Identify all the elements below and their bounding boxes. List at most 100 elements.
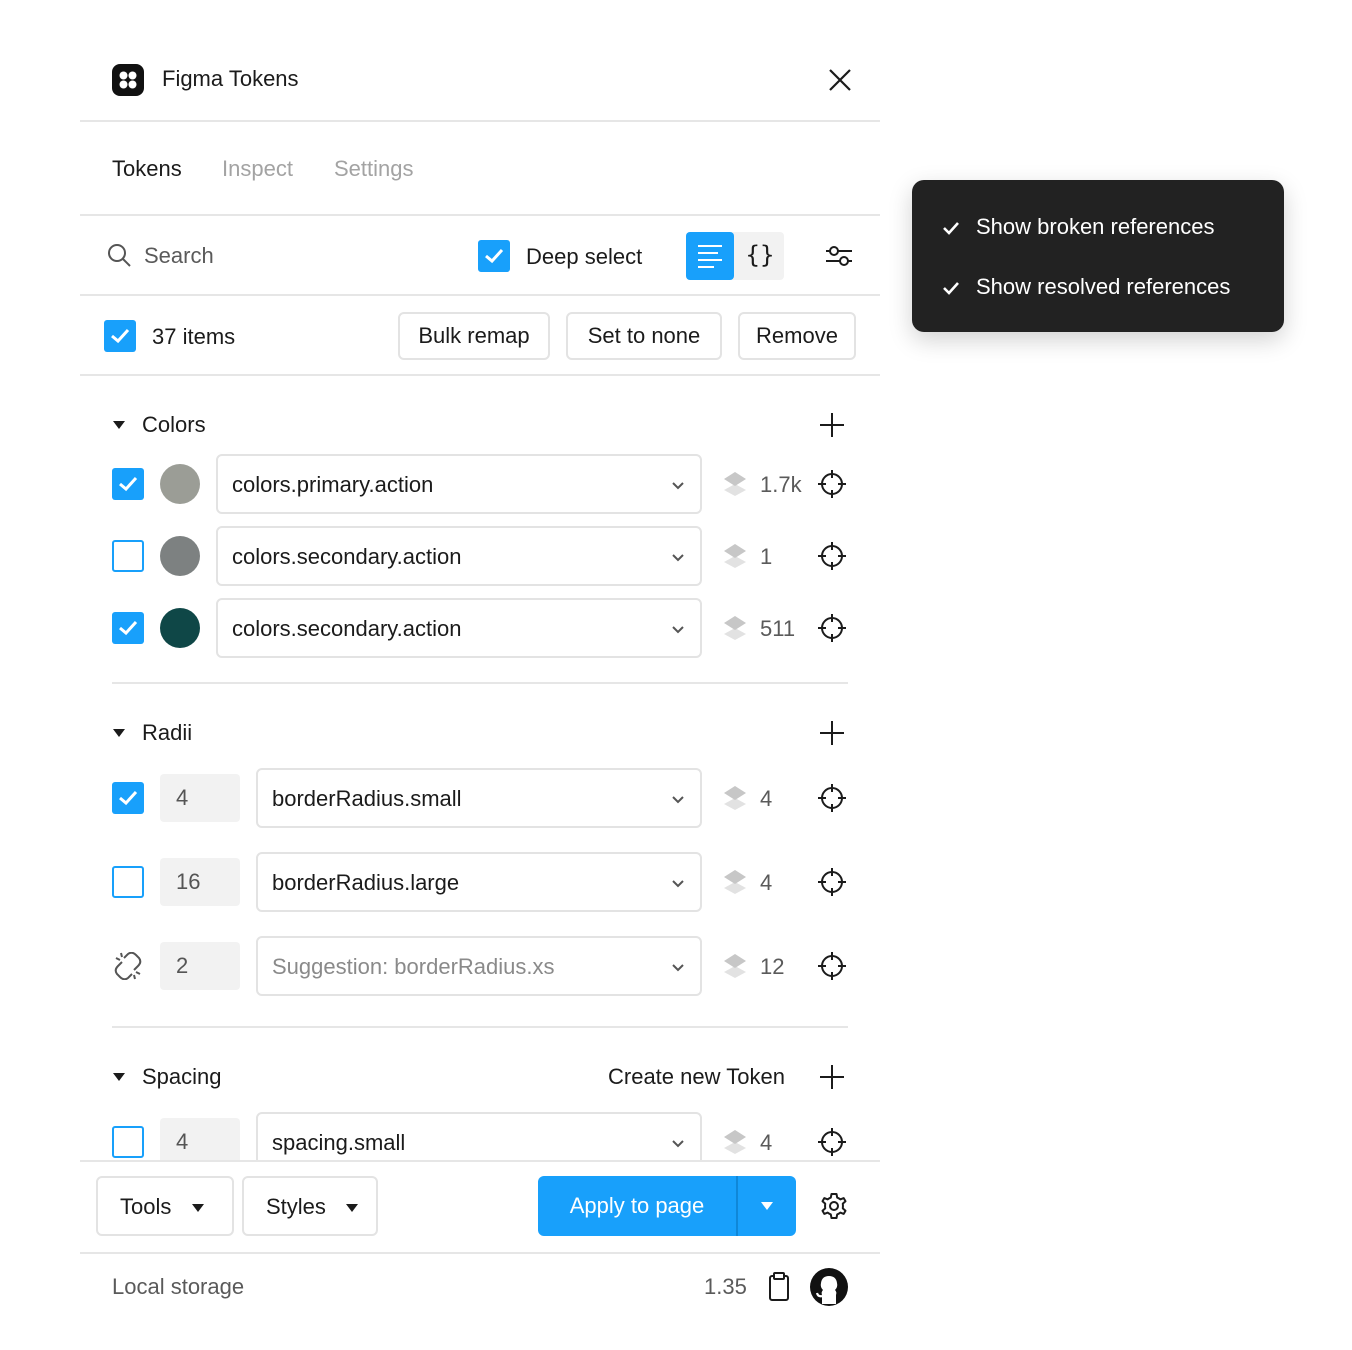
row-checkbox[interactable] bbox=[112, 1126, 144, 1158]
token-select[interactable]: borderRadius.small bbox=[256, 768, 702, 828]
check-icon bbox=[485, 248, 504, 264]
items-count: 37 items bbox=[152, 324, 236, 349]
bulk-remap-button[interactable]: Bulk remap bbox=[398, 312, 550, 360]
check-icon bbox=[119, 476, 138, 492]
target-icon[interactable] bbox=[818, 470, 846, 498]
view-toggle: {} bbox=[686, 232, 784, 280]
usage-count: 4 bbox=[760, 870, 773, 895]
divider bbox=[80, 294, 880, 296]
app-title: Figma Tokens bbox=[162, 66, 299, 91]
styles-label: Styles bbox=[266, 1194, 326, 1219]
set-to-none-button[interactable]: Set to none bbox=[566, 312, 722, 360]
row-checkbox[interactable] bbox=[112, 782, 144, 814]
version-label: 1.35 bbox=[704, 1274, 747, 1299]
target-icon[interactable] bbox=[818, 784, 846, 812]
github-icon[interactable] bbox=[810, 1268, 848, 1306]
layers-icon bbox=[722, 614, 748, 642]
layers-icon bbox=[722, 470, 748, 498]
target-icon[interactable] bbox=[818, 868, 846, 896]
token-suggestion: Suggestion: borderRadius.xs bbox=[272, 954, 555, 979]
collapse-colors-caret[interactable] bbox=[113, 421, 125, 429]
json-view-icon[interactable]: {} bbox=[736, 232, 784, 280]
filter-popover-menu: Show broken references Show resolved ref… bbox=[912, 180, 1284, 332]
divider bbox=[80, 1252, 880, 1254]
layers-icon bbox=[722, 784, 748, 812]
search-input[interactable] bbox=[144, 238, 384, 274]
tab-settings[interactable]: Settings bbox=[334, 156, 414, 182]
layers-icon bbox=[722, 868, 748, 896]
check-icon bbox=[119, 620, 138, 636]
list-view-icon bbox=[698, 245, 722, 268]
collapse-radii-caret[interactable] bbox=[113, 729, 125, 737]
menu-item-label: Show resolved references bbox=[976, 274, 1231, 299]
chevron-down-icon bbox=[672, 964, 684, 972]
token-select[interactable]: spacing.small bbox=[256, 1112, 702, 1160]
token-select[interactable]: borderRadius.large bbox=[256, 852, 702, 912]
filter-icon[interactable] bbox=[824, 242, 854, 270]
chevron-down-icon bbox=[672, 880, 684, 888]
target-icon[interactable] bbox=[818, 1128, 846, 1156]
target-icon[interactable] bbox=[818, 542, 846, 570]
deep-select-label: Deep select bbox=[526, 244, 643, 269]
value-box: 2 bbox=[160, 942, 240, 990]
apply-button-group: Apply to page bbox=[538, 1176, 796, 1236]
divider bbox=[80, 214, 880, 216]
broken-link-icon bbox=[114, 952, 142, 980]
check-icon bbox=[111, 328, 130, 344]
apply-options-dropdown[interactable] bbox=[738, 1176, 796, 1236]
chevron-down-icon bbox=[672, 482, 684, 490]
row-checkbox[interactable] bbox=[112, 540, 144, 572]
tools-label: Tools bbox=[120, 1194, 172, 1219]
close-icon[interactable] bbox=[826, 66, 854, 94]
token-select-value: borderRadius.large bbox=[272, 870, 460, 895]
deep-select-checkbox[interactable] bbox=[478, 240, 510, 272]
divider bbox=[80, 374, 880, 376]
spacing-row-clip: 4 spacing.small 4 bbox=[80, 1100, 880, 1160]
divider bbox=[80, 120, 880, 122]
gear-icon[interactable] bbox=[820, 1192, 848, 1220]
plugin-panel: Figma Tokens Tokens Inspect Settings Dee… bbox=[80, 0, 880, 1350]
caret-down-icon bbox=[761, 1202, 773, 1210]
divider bbox=[112, 682, 848, 684]
usage-count: 4 bbox=[760, 786, 773, 811]
tab-inspect[interactable]: Inspect bbox=[222, 156, 293, 182]
select-all-checkbox[interactable] bbox=[104, 320, 136, 352]
chevron-down-icon bbox=[672, 626, 684, 634]
chevron-down-icon bbox=[672, 796, 684, 804]
value-box: 4 bbox=[160, 1118, 240, 1160]
token-select[interactable]: colors.secondary.action bbox=[216, 526, 702, 586]
token-select[interactable]: Suggestion: borderRadius.xs bbox=[256, 936, 702, 996]
clipboard-icon[interactable] bbox=[768, 1272, 790, 1302]
value-box: 16 bbox=[160, 858, 240, 906]
apply-to-page-button[interactable]: Apply to page bbox=[538, 1176, 736, 1236]
plus-icon[interactable] bbox=[818, 1063, 846, 1091]
token-select[interactable]: colors.primary.action bbox=[216, 454, 702, 514]
target-icon[interactable] bbox=[818, 952, 846, 980]
styles-button[interactable]: Styles bbox=[242, 1176, 378, 1236]
check-icon bbox=[943, 282, 959, 295]
layers-icon bbox=[722, 1128, 748, 1156]
layers-icon bbox=[722, 542, 748, 570]
plus-icon[interactable] bbox=[818, 411, 846, 439]
collapse-spacing-caret[interactable] bbox=[113, 1073, 125, 1081]
color-swatch bbox=[160, 536, 200, 576]
token-select-value: colors.secondary.action bbox=[232, 616, 462, 641]
target-icon[interactable] bbox=[818, 614, 846, 642]
check-icon bbox=[119, 790, 138, 806]
caret-down-icon bbox=[346, 1204, 358, 1212]
chevron-down-icon bbox=[672, 554, 684, 562]
remove-button[interactable]: Remove bbox=[738, 312, 856, 360]
caret-down-icon bbox=[192, 1204, 204, 1212]
row-checkbox[interactable] bbox=[112, 866, 144, 898]
create-token-label[interactable]: Create new Token bbox=[608, 1064, 785, 1090]
row-checkbox[interactable] bbox=[112, 468, 144, 500]
layers-icon bbox=[722, 952, 748, 980]
tab-tokens[interactable]: Tokens bbox=[112, 156, 182, 182]
usage-count: 4 bbox=[760, 1130, 773, 1155]
tools-button[interactable]: Tools bbox=[96, 1176, 234, 1236]
search-icon bbox=[106, 242, 132, 268]
list-view-button[interactable] bbox=[686, 232, 734, 280]
row-checkbox[interactable] bbox=[112, 612, 144, 644]
token-select[interactable]: colors.secondary.action bbox=[216, 598, 702, 658]
plus-icon[interactable] bbox=[818, 719, 846, 747]
